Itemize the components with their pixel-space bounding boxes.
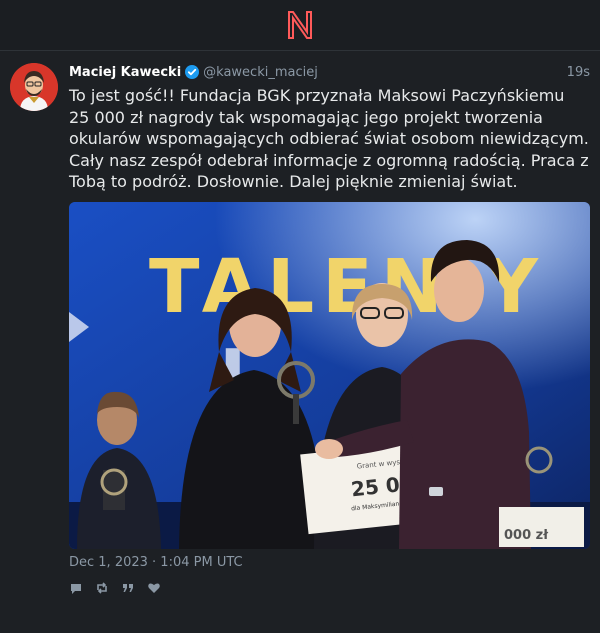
author-handle[interactable]: @kawecki_maciej — [203, 65, 318, 80]
nitter-n-icon[interactable] — [286, 10, 314, 40]
tweet-date[interactable]: Dec 1, 2023 · 1:04 PM UTC — [69, 555, 590, 570]
tweet-time[interactable]: 19s — [567, 65, 590, 80]
top-bar — [0, 0, 600, 51]
tweet-actions — [69, 581, 590, 595]
tweet: Maciej Kawecki @kawecki_maciej 19s To je… — [0, 51, 600, 595]
retweet-icon — [97, 581, 107, 594]
avatar[interactable] — [10, 63, 58, 111]
quote-icon — [123, 583, 133, 592]
reply-icon — [71, 583, 81, 594]
like-icon — [148, 582, 160, 593]
author-name[interactable]: Maciej Kawecki — [69, 65, 181, 80]
tweet-text: To jest gość!! Fundacja BGK przyznała Ma… — [69, 86, 589, 191]
check-right: 000 zł — [504, 528, 549, 543]
like-button[interactable] — [147, 581, 161, 595]
tweet-image[interactable]: TALEN Y J Grant w wysokości 25 000 dla M… — [69, 201, 590, 549]
quote-button[interactable] — [121, 581, 135, 595]
reply-button[interactable] — [69, 581, 83, 595]
retweet-button[interactable] — [95, 581, 109, 595]
verified-badge-icon — [185, 65, 200, 79]
